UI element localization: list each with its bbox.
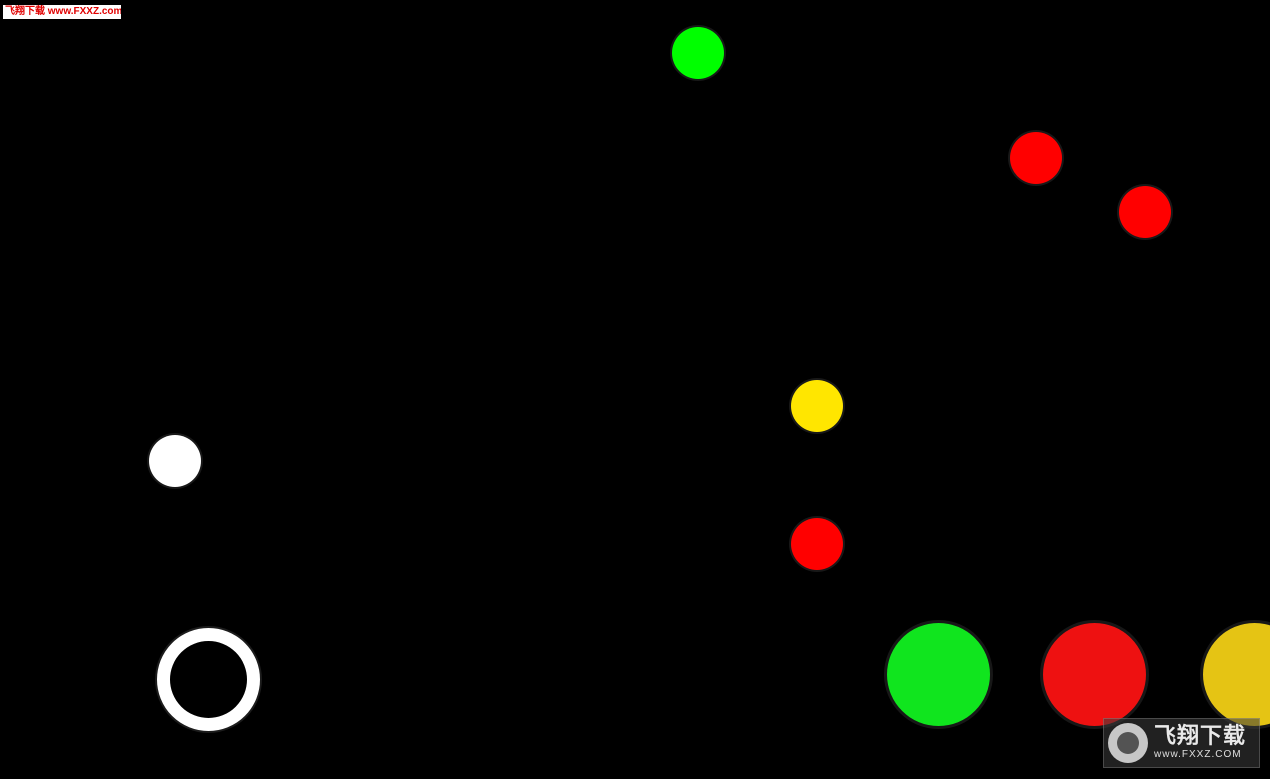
red-color-button[interactable] (1043, 623, 1146, 726)
watermark-title: 飞翔下载 (1154, 724, 1247, 749)
watermark-url: www.FXXZ.COM (1154, 749, 1242, 760)
yellow-color-button[interactable] (1203, 623, 1270, 726)
watermark-bottom-right: 飞翔下载 www.FXXZ.COM (1103, 718, 1260, 768)
fxxz-logo-icon (1108, 723, 1148, 763)
falling-dot-yellow (791, 380, 843, 432)
falling-dot-white (149, 435, 201, 487)
player-ring-icon[interactable] (157, 628, 260, 731)
falling-dot-red (1119, 186, 1171, 238)
green-color-button[interactable] (887, 623, 990, 726)
falling-dot-green (672, 27, 724, 79)
watermark-top-left: 飞翔下载 www.FXXZ.com (3, 5, 121, 19)
falling-dot-red (791, 518, 843, 570)
falling-dot-red (1010, 132, 1062, 184)
game-stage[interactable]: 飞翔下载 www.FXXZ.com 飞翔下载 www.FXXZ.COM (0, 0, 1270, 779)
